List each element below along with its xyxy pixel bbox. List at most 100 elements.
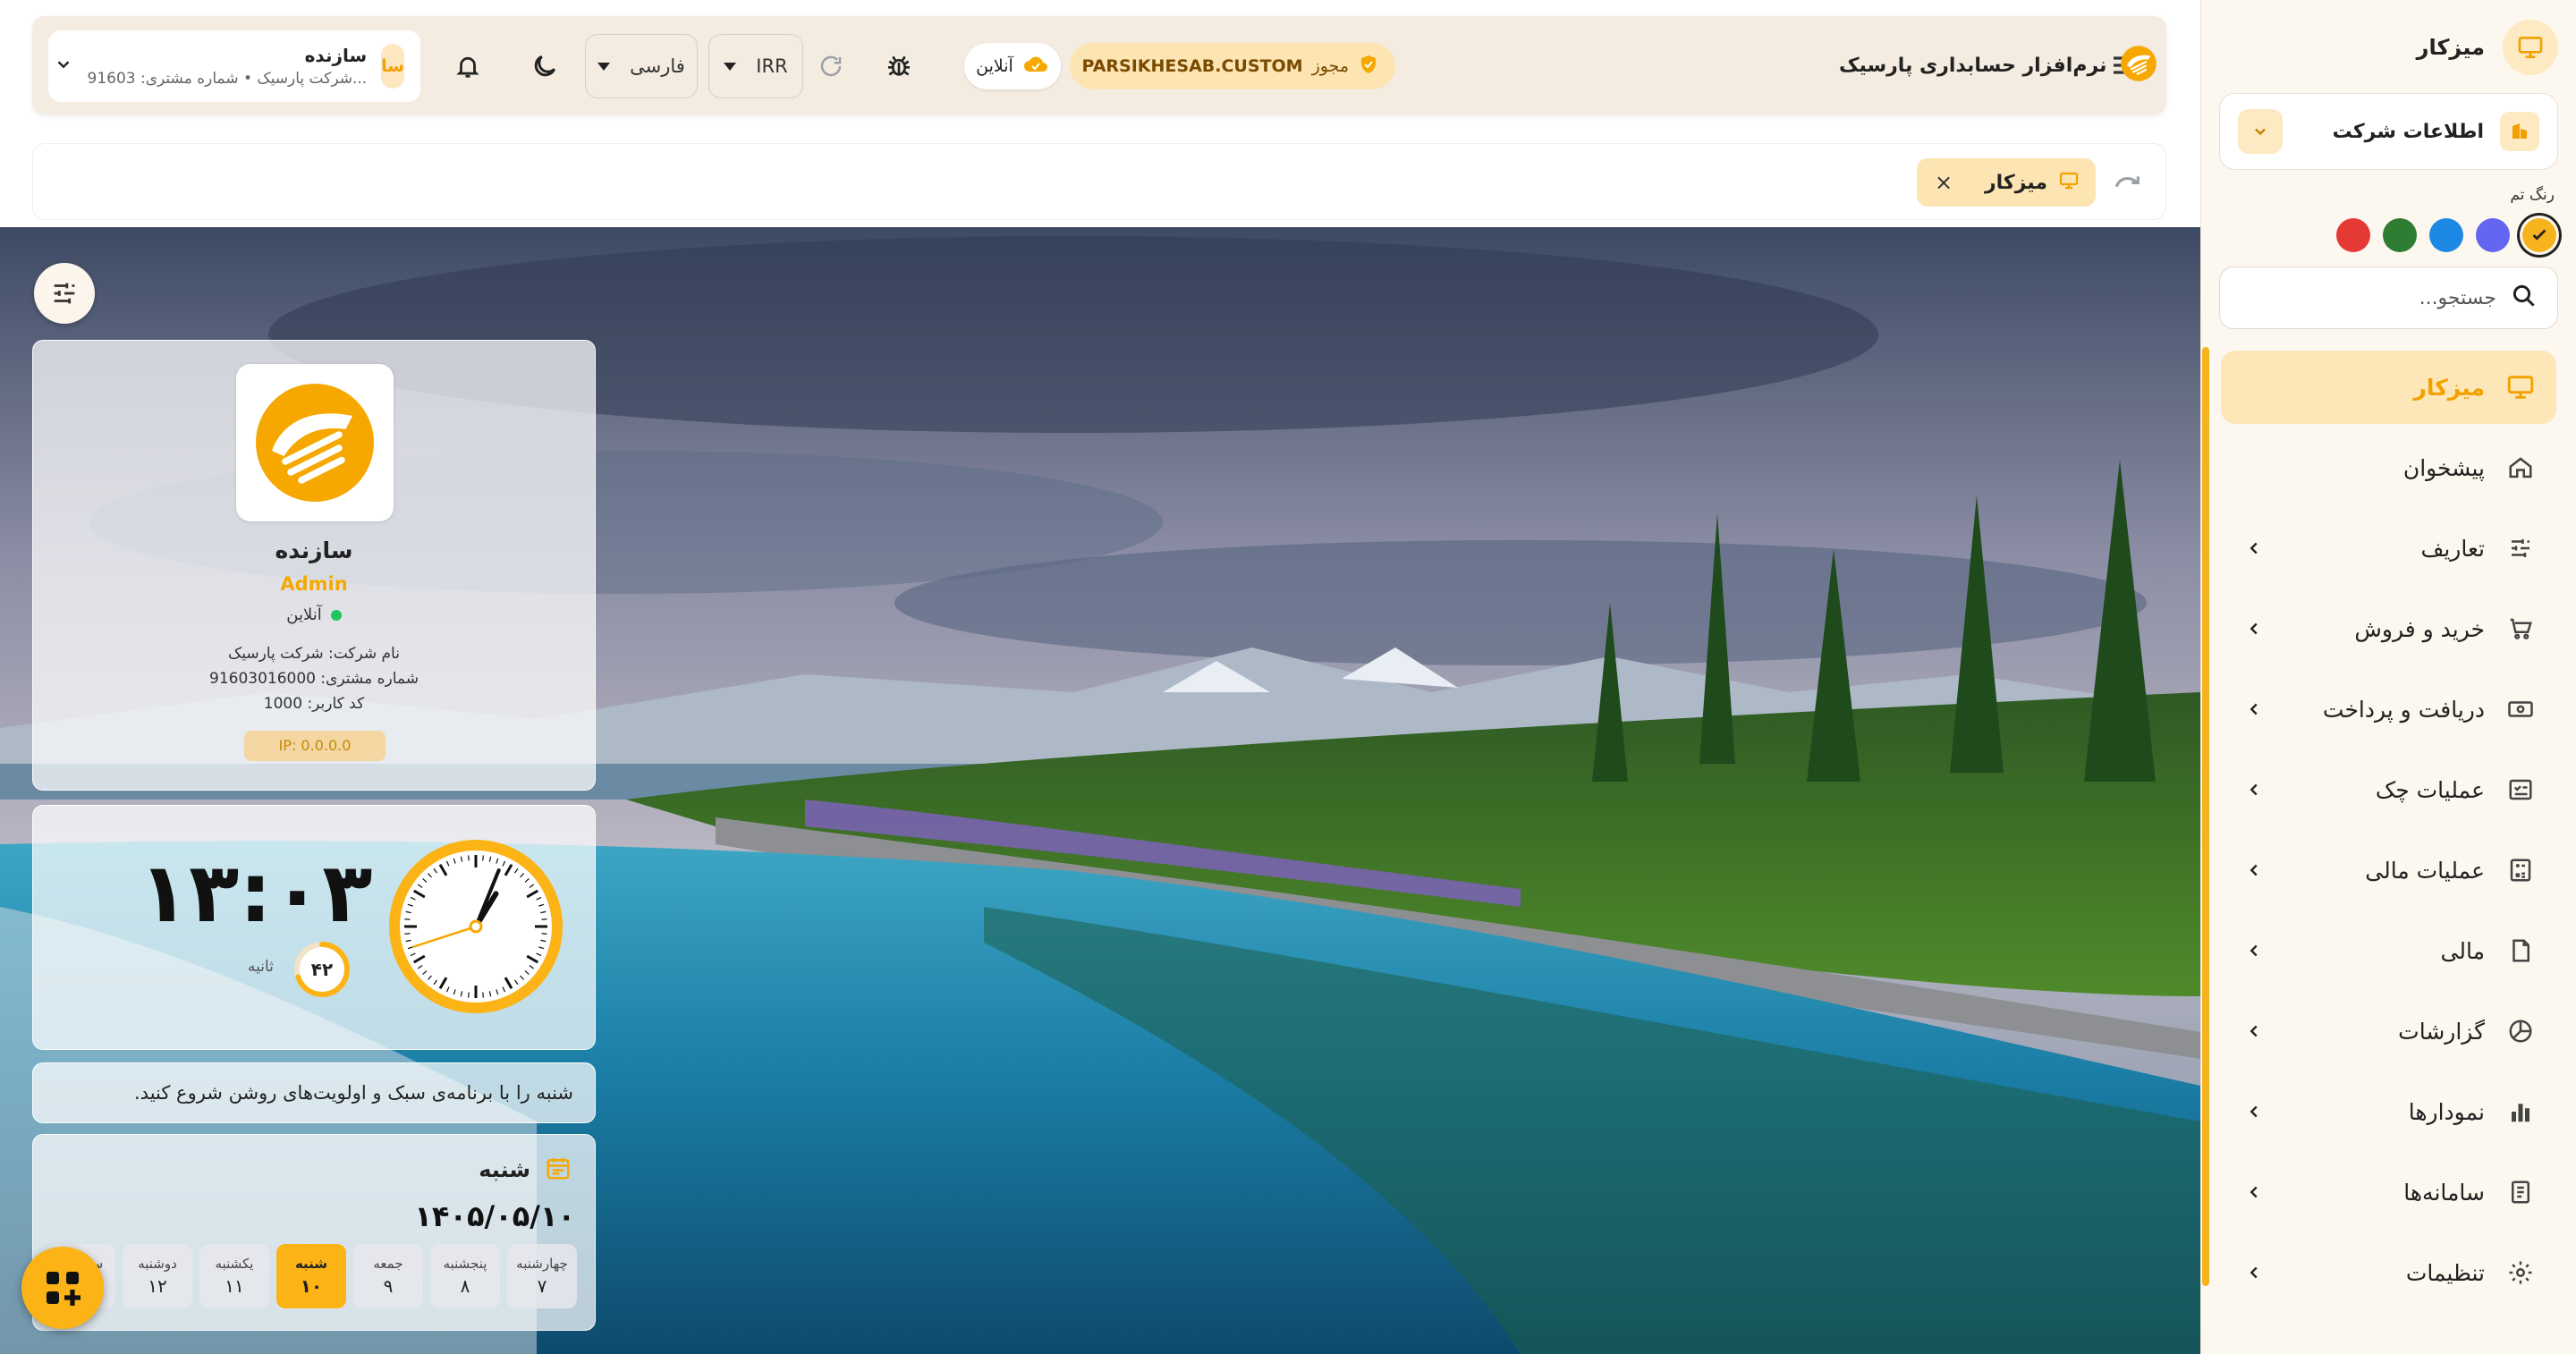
sidebar-item-settings[interactable]: تنظیمات (2221, 1236, 2556, 1309)
sidebar-item-label: تنظیمات (2405, 1259, 2485, 1286)
sidebar-item-systems[interactable]: سامانه‌ها (2221, 1155, 2556, 1229)
chevron-down-icon[interactable] (2238, 109, 2283, 154)
tab-desktop[interactable]: میزکار × (1917, 158, 2096, 207)
monitor-icon (2504, 371, 2537, 403)
company-info-dropdown[interactable]: اطلاعات شرکت (2219, 93, 2558, 170)
sidebar-item-reports[interactable]: گزارشات (2221, 994, 2556, 1068)
refresh-icon[interactable] (810, 46, 852, 87)
dark-mode-icon[interactable] (524, 46, 565, 87)
digital-clock: ۱۳:۰۳ (139, 845, 373, 941)
calendar-widget: شنبه ۱۴۰۵/۰۵/۱۰ چهارشنبه ۷ پنجشنبه ۸ جمع… (32, 1134, 596, 1331)
user-menu[interactable]: سا سازنده شرکت پارسیک • شماره مشتری: 916… (48, 30, 420, 102)
theme-swatch-amber[interactable] (2522, 218, 2556, 252)
reload-tab-icon[interactable] (2110, 164, 2146, 199)
profile-user-code: کد کاربر: 1000 (263, 695, 365, 713)
sidebar-item-label: مالی (2440, 937, 2485, 964)
calendar-day-cell[interactable]: دوشنبه ۱۲ (123, 1244, 192, 1308)
seconds-label: ثانیه (248, 958, 274, 976)
sidebar-item-cheques[interactable]: عملیات چک (2221, 753, 2556, 826)
close-icon[interactable]: × (1933, 170, 1954, 195)
cash-icon (2504, 693, 2537, 725)
online-dot (330, 609, 342, 621)
day-name: پنجشنبه (443, 1256, 487, 1272)
currency-select[interactable]: IRR (708, 34, 803, 98)
sidebar-item-sales[interactable]: خرید و فروش (2221, 592, 2556, 665)
user-info: سازنده شرکت پارسیک • شماره مشتری: 91603.… (88, 45, 368, 88)
calendar-day-cell[interactable]: چهارشنبه ۷ (507, 1244, 577, 1308)
search-icon[interactable] (2511, 283, 2538, 313)
sidebar-search (2219, 267, 2558, 329)
desktop-settings-icon[interactable] (34, 263, 95, 324)
daily-tip-widget: شنبه را با برنامه‌ی سبک و اولویت‌های روش… (32, 1062, 596, 1123)
sidebar-item-label: خرید و فروش (2354, 615, 2485, 642)
gear-icon (2504, 1257, 2537, 1289)
sidebar-item-label: دریافت و پرداخت (2322, 696, 2485, 723)
sidebar-item-definitions[interactable]: تعاریف (2221, 512, 2556, 585)
add-widget-button[interactable] (21, 1247, 104, 1329)
sidebar-item-desktop[interactable]: میزکار (2221, 351, 2556, 424)
tab-label: میزکار (1984, 171, 2047, 194)
bar-chart-icon (2504, 1096, 2537, 1128)
theme-swatch-red[interactable] (2336, 218, 2370, 252)
chevron-left-icon (2241, 776, 2267, 803)
monitor-icon[interactable] (2503, 20, 2558, 75)
chevron-left-icon (2241, 615, 2267, 642)
profile-status-text: آنلاین (286, 605, 322, 624)
chevron-down-icon (54, 55, 73, 78)
monitor-icon (2058, 170, 2080, 195)
user-name: سازنده (304, 45, 368, 66)
sidebar-item-label: عملیات مالی (2365, 857, 2485, 884)
day-number: ۱۰ (300, 1275, 323, 1297)
clock-minute-tick (482, 992, 484, 998)
caret-down-icon (597, 58, 611, 75)
day-number: ۸ (460, 1275, 470, 1297)
seconds-value: ۴۲ (310, 959, 334, 980)
check-list-icon (2504, 774, 2537, 806)
theme-swatch-blue[interactable] (2429, 218, 2463, 252)
building-icon (2500, 112, 2539, 151)
chevron-left-icon (2241, 1098, 2267, 1125)
avatar: سا (381, 44, 404, 89)
theme-swatch-indigo[interactable] (2476, 218, 2510, 252)
sidebar-item-label: عملیات چک (2375, 776, 2485, 803)
chevron-left-icon (2241, 1018, 2267, 1045)
calendar-day-cell[interactable]: یکشنبه ۱۱ (199, 1244, 269, 1308)
theme-swatch-green[interactable] (2383, 218, 2417, 252)
sidebar-item-dashboard[interactable]: پیشخوان (2221, 431, 2556, 504)
sidebar-item-finance[interactable]: مالی (2221, 914, 2556, 987)
day-number: ۱۲ (148, 1275, 167, 1297)
pie-chart-icon (2504, 1015, 2537, 1047)
brand-name: نرم‌افزار حسابداری پارسیک (1839, 54, 2107, 77)
company-info-label: اطلاعات شرکت (2332, 120, 2484, 143)
day-number: ۷ (537, 1275, 547, 1297)
search-input[interactable] (2240, 286, 2496, 309)
profile-role: Admin (280, 573, 348, 595)
calendar-day-cell-today[interactable]: شنبه ۱۰ (276, 1244, 346, 1308)
brand-logo-icon (2119, 44, 2158, 87)
language-value: فارسی (630, 55, 685, 77)
profile-company: نام شرکت: شرکت پارسیک (228, 645, 400, 663)
chevron-left-icon (2241, 696, 2267, 723)
sidebar-item-charts[interactable]: نمودارها (2221, 1075, 2556, 1148)
analog-clock (389, 840, 563, 1013)
license-code: PARSIKHESAB.CUSTOM (1081, 56, 1303, 76)
clock-minute-tick (541, 918, 547, 920)
sidebar-item-payments[interactable]: دریافت و پرداخت (2221, 673, 2556, 746)
cart-icon (2504, 613, 2537, 645)
chevron-left-icon (2241, 535, 2267, 562)
calculator-icon (2504, 854, 2537, 886)
day-name: چهارشنبه (516, 1256, 568, 1272)
sidebar-item-financial-ops[interactable]: عملیات مالی (2221, 834, 2556, 907)
clock-minute-tick (404, 933, 411, 935)
top-bar: نرم‌افزار حسابداری پارسیک مجوز PARSIKHES… (32, 16, 2166, 114)
calendar-day-cell[interactable]: جمعه ۹ (353, 1244, 423, 1308)
calendar-day-name: شنبه (479, 1157, 530, 1182)
language-select[interactable]: فارسی (585, 34, 698, 98)
company-logo (236, 364, 394, 521)
sidebar-scrollbar[interactable] (2202, 347, 2209, 1286)
bug-report-icon[interactable] (878, 46, 919, 87)
calendar-day-cell[interactable]: پنجشنبه ۸ (430, 1244, 500, 1308)
day-name: جمعه (373, 1256, 403, 1272)
sidebar-header: میزکار (2219, 16, 2558, 79)
bell-icon[interactable] (447, 46, 488, 87)
